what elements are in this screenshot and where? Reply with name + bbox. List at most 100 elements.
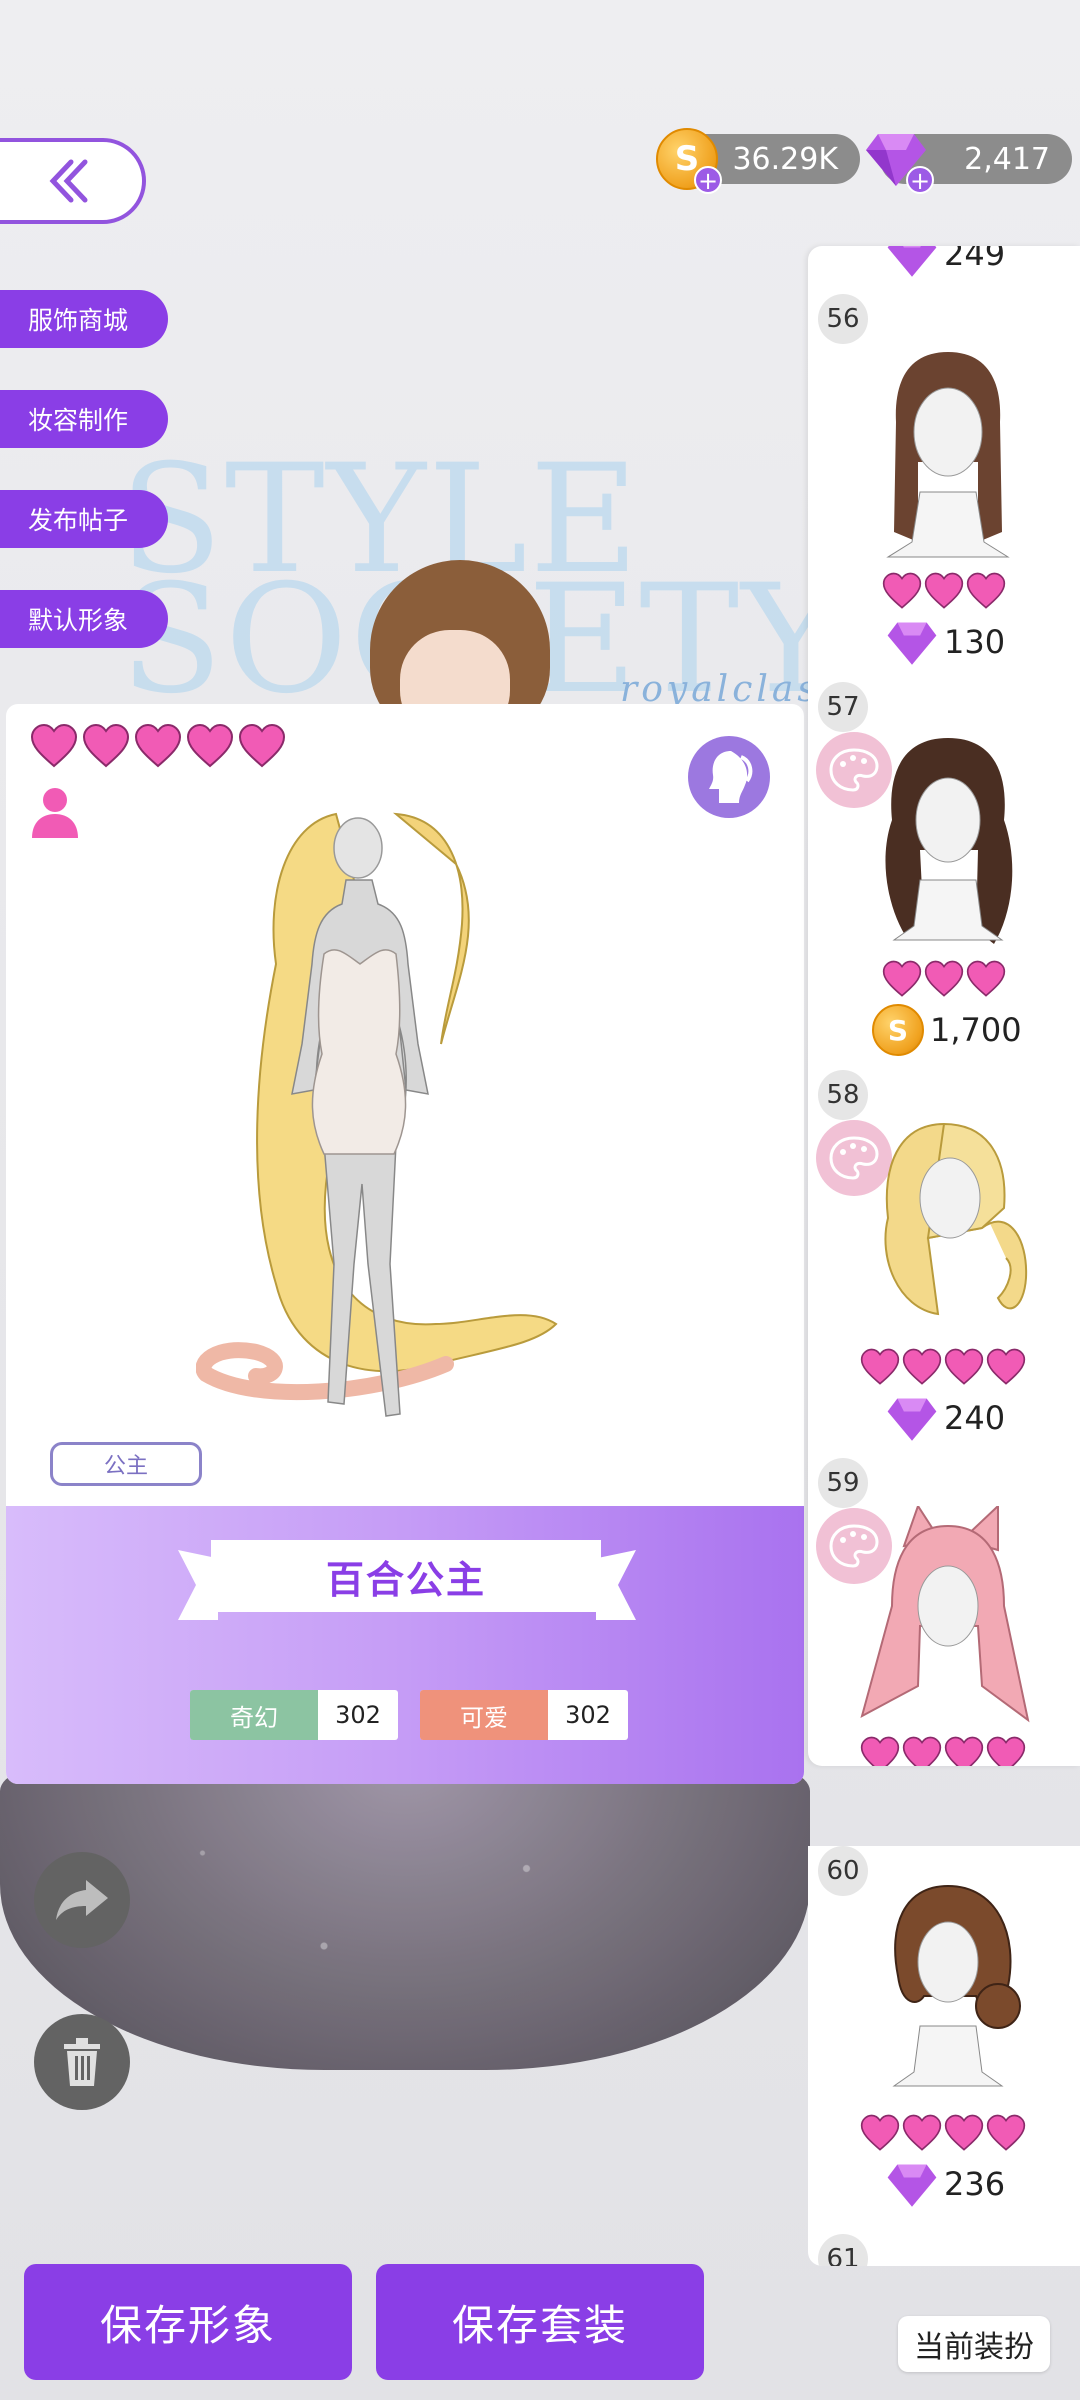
item-rating <box>860 1348 1026 1386</box>
outfit-info-panel: 百合公主 奇幻 302 可爱 302 <box>6 1506 804 1784</box>
item-rating <box>860 1736 1026 1766</box>
item-rating <box>882 572 1006 610</box>
save-outfit-label: 保存套装 <box>451 2300 628 2350</box>
stat-label: 可爱 <box>420 1690 548 1740</box>
item-price-value: 1,700 <box>930 1011 1022 1049</box>
heart-icon <box>134 724 182 768</box>
current-outfit-button[interactable]: 当前装扮 <box>898 2316 1050 2372</box>
stat-value: 302 <box>335 1701 381 1729</box>
gem-icon <box>887 622 937 665</box>
outfit-rating <box>30 724 286 768</box>
hair-item-image <box>884 1122 1028 1316</box>
add-coins-plus: + <box>697 167 719 195</box>
item-price: 249 <box>886 246 1005 280</box>
hair-item-list[interactable]: 249 56 130 57 S 1,700 58 240 59 <box>808 246 1080 1766</box>
item-price: 240 <box>886 1392 1005 1444</box>
list-item[interactable]: 56 130 <box>808 294 1080 682</box>
side-menu-shop[interactable]: 服饰商城 <box>0 290 168 348</box>
list-item[interactable]: 57 S 1,700 <box>808 682 1080 1070</box>
stat-cute: 可爱 302 <box>420 1690 628 1740</box>
item-number: 57 <box>818 682 868 732</box>
heart-icon <box>966 572 1006 609</box>
add-gems-button[interactable]: + <box>906 166 934 194</box>
side-menu-label: 妆容制作 <box>28 406 129 435</box>
hair-item-list-continued[interactable]: 60 236 61 <box>808 1846 1080 2266</box>
add-gems-plus: + <box>909 167 931 195</box>
heart-icon <box>882 572 922 609</box>
heart-icon <box>986 1348 1026 1385</box>
gem-amount: 2,417 <box>964 141 1050 177</box>
item-price-value: 130 <box>944 623 1006 661</box>
heart-icon <box>944 1736 984 1766</box>
heart-icon <box>986 1736 1026 1766</box>
coin-symbol: S <box>887 1013 909 1047</box>
hair-item-image <box>892 1884 1021 2087</box>
side-menu-post[interactable]: 发布帖子 <box>0 490 168 548</box>
item-rating <box>882 960 1006 998</box>
delete-button[interactable] <box>34 2014 130 2110</box>
current-outfit-label: 当前装扮 <box>914 2330 1034 2365</box>
heart-icon <box>186 724 234 768</box>
heart-icon <box>238 724 286 768</box>
list-item[interactable]: 58 240 <box>808 1070 1080 1458</box>
trash-icon <box>64 2038 100 2086</box>
heart-icon <box>944 2114 984 2151</box>
item-price-value: 249 <box>944 246 1006 273</box>
side-menu-default-look[interactable]: 默认形象 <box>0 590 168 648</box>
save-outfit-button[interactable]: 保存套装 <box>376 2264 704 2380</box>
side-menu-label: 服饰商城 <box>28 306 129 335</box>
hairstyle-toggle-button[interactable] <box>688 736 770 818</box>
hair-silhouette-icon <box>709 751 753 803</box>
heart-icon <box>902 1736 942 1766</box>
stat-fantasy: 奇幻 302 <box>190 1690 398 1740</box>
outfit-card: 公主 百合公主 奇幻 302 可爱 302 <box>6 704 804 1784</box>
item-number: 58 <box>818 1070 868 1120</box>
item-price-value: 240 <box>944 1399 1006 1437</box>
heart-icon <box>860 2114 900 2151</box>
stat-label: 奇幻 <box>190 1690 318 1740</box>
gem-icon <box>887 2164 937 2207</box>
heart-icon <box>924 960 964 997</box>
back-button[interactable] <box>0 138 146 224</box>
list-item[interactable]: 59 249 <box>808 1458 1080 1766</box>
style-tag-label: 公主 <box>103 1454 148 1479</box>
coin-icon: S <box>872 1004 924 1056</box>
side-menu-makeup[interactable]: 妆容制作 <box>0 390 168 448</box>
coin-amount: 36.29K <box>732 141 838 177</box>
add-coins-button[interactable]: + <box>694 166 722 194</box>
list-item[interactable]: 249 <box>808 246 1080 294</box>
save-look-button[interactable]: 保存形象 <box>24 2264 352 2380</box>
ribbon-tail-right <box>596 1550 636 1620</box>
stat-value: 302 <box>565 1701 611 1729</box>
heart-icon <box>924 572 964 609</box>
outfit-title: 百合公主 <box>211 1540 601 1612</box>
item-rating <box>860 2114 1026 2152</box>
heart-icon <box>944 1348 984 1385</box>
item-price: S 1,700 <box>872 1004 1022 1056</box>
save-look-label: 保存形象 <box>99 2300 276 2350</box>
heart-icon <box>966 960 1006 997</box>
double-chevron-left-icon <box>49 159 88 203</box>
item-price-value: 236 <box>944 2165 1006 2203</box>
gem-icon <box>887 1398 937 1441</box>
side-menu-label: 默认形象 <box>28 606 129 635</box>
heart-icon <box>902 1348 942 1385</box>
heart-icon <box>82 724 130 768</box>
style-tag[interactable]: 公主 <box>50 1442 202 1486</box>
hair-item-image <box>860 1506 1030 1723</box>
share-arrow-icon <box>56 1880 108 1920</box>
item-price: 236 <box>886 2158 1005 2210</box>
heart-icon <box>902 2114 942 2151</box>
item-number: 59 <box>818 1458 868 1508</box>
hair-item-image <box>886 352 1010 558</box>
item-number: 61 <box>818 2234 868 2266</box>
gem-icon <box>887 246 937 277</box>
user-icon <box>32 788 78 838</box>
heart-icon <box>860 1736 900 1766</box>
heart-icon <box>986 2114 1026 2151</box>
outfit-title-text: 百合公主 <box>325 1557 486 1602</box>
heart-icon <box>882 960 922 997</box>
heart-icon <box>860 1348 900 1385</box>
model-figure <box>196 812 558 1417</box>
share-button[interactable] <box>34 1852 130 1948</box>
